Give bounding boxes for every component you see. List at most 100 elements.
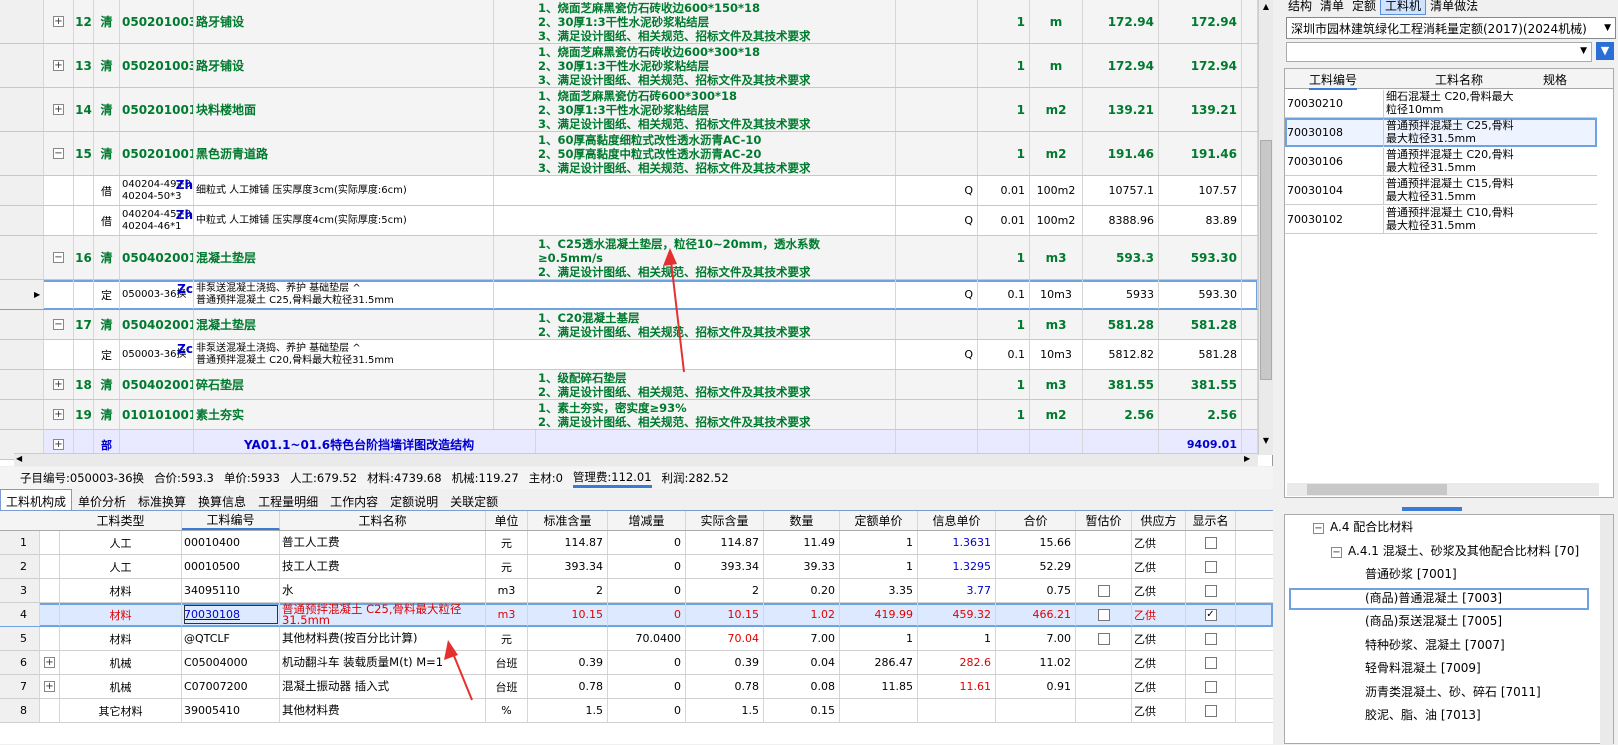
cell-qty[interactable]: 1 bbox=[978, 0, 1030, 43]
estimate-checkbox[interactable] bbox=[1097, 608, 1110, 621]
cell-supplier[interactable]: 乙供 bbox=[1132, 555, 1186, 578]
cell-est[interactable] bbox=[1076, 651, 1132, 674]
col-material-spec[interactable]: 规格 bbox=[1543, 71, 1567, 88]
cell-dprice[interactable]: 286.47 bbox=[840, 651, 918, 674]
tab-7[interactable]: 关联定额 bbox=[444, 489, 504, 510]
cell-qty[interactable]: 0.01 bbox=[978, 176, 1030, 205]
col-header-9[interactable]: 信息单价 bbox=[918, 511, 996, 530]
cell-no[interactable]: 14 bbox=[74, 88, 94, 131]
cell-code[interactable]: 050003-36换 Zc bbox=[120, 340, 194, 369]
cell-no[interactable]: 16 bbox=[74, 236, 94, 279]
cell-est[interactable] bbox=[1076, 699, 1132, 722]
right-tab-0[interactable]: 结构 bbox=[1284, 0, 1316, 14]
cell-q[interactable]: Q bbox=[896, 340, 978, 369]
cell-extra[interactable] bbox=[1242, 400, 1258, 429]
cell-extra[interactable] bbox=[1242, 340, 1258, 369]
cell-dprice[interactable]: 3.35 bbox=[840, 579, 918, 602]
tree-node[interactable]: (商品)泵送混凝土 [7005] bbox=[1365, 611, 1502, 633]
tree-node[interactable]: 轻骨料混凝土 [7009] bbox=[1365, 658, 1481, 680]
cell-est[interactable] bbox=[1076, 531, 1132, 554]
cell-qty[interactable]: 1 bbox=[978, 400, 1030, 429]
cell-features[interactable]: 1、C20混凝土基层 2、满足设计图纸、相关规范、招标文件及其技术要求 bbox=[536, 310, 896, 339]
show-name-checkbox[interactable] bbox=[1204, 560, 1217, 573]
dropdown-arrow-icon[interactable]: ▼ bbox=[1604, 23, 1611, 33]
cell-total[interactable]: 0.91 bbox=[996, 675, 1076, 698]
cell-code[interactable]: 040204-45+0 40204-46*1 Zh bbox=[120, 206, 194, 235]
cell-iprice[interactable]: 1 bbox=[918, 627, 996, 650]
cell-features[interactable]: 1、素土夯实，密实度≥93% 2、满足设计图纸、相关规范、招标文件及其技术要求 bbox=[536, 400, 896, 429]
vertical-scrollbar[interactable] bbox=[1600, 515, 1613, 745]
collapse-icon[interactable]: − bbox=[53, 252, 64, 263]
tab-6[interactable]: 定额说明 bbox=[384, 489, 444, 510]
table-row[interactable]: 3 材料 34095110 水 m3 2 0 2 0.20 3.35 3.77 0.75 乙供 bbox=[0, 579, 1273, 603]
cell-std[interactable]: 1.5 bbox=[528, 699, 608, 722]
cell-qty[interactable]: 0.04 bbox=[764, 651, 840, 674]
collapse-icon[interactable]: − bbox=[53, 148, 64, 159]
tree-node[interactable]: (商品)普通混凝土 [7003] bbox=[1289, 587, 1589, 610]
cell-sel[interactable] bbox=[0, 44, 44, 87]
cell-expander[interactable] bbox=[40, 627, 60, 650]
cell-n[interactable]: 6 bbox=[0, 651, 40, 674]
cell-unit[interactable]: m3 bbox=[486, 579, 528, 602]
cell-expander[interactable] bbox=[40, 699, 60, 722]
cell-delta[interactable]: 0 bbox=[608, 651, 686, 674]
cell-code[interactable]: 010101001002 bbox=[120, 400, 194, 429]
col-header-4[interactable]: 标准含量 bbox=[528, 511, 608, 530]
cell-code[interactable]: 050201003002 bbox=[120, 0, 194, 43]
cell-iprice[interactable]: 282.6 bbox=[918, 651, 996, 674]
cell-qty[interactable]: 1 bbox=[978, 88, 1030, 131]
tab-5[interactable]: 工作内容 bbox=[324, 489, 384, 510]
cell-unit[interactable]: m3 bbox=[1030, 236, 1083, 279]
table-row[interactable]: 1 人工 00010400 普工人工费元 114.87 0 114.87 11.49 1 1.36… bbox=[0, 531, 1273, 555]
cell-kind[interactable]: 清 bbox=[94, 88, 120, 131]
tree-node[interactable]: − A.4.1 混凝土、砂浆及其他配合比材料 [70] bbox=[1331, 541, 1579, 563]
cell-kind[interactable]: 借 bbox=[94, 176, 120, 205]
cell-qty[interactable]: 1 bbox=[978, 370, 1030, 399]
list-item[interactable]: 70030102 普通预拌混凝土 C10,骨料 最大粒径31.5mm bbox=[1285, 205, 1597, 234]
cell-extra[interactable] bbox=[1242, 236, 1258, 279]
cell-est[interactable] bbox=[1076, 675, 1132, 698]
cell-delta[interactable]: 0 bbox=[608, 699, 686, 722]
filter-input[interactable]: ▼ bbox=[1286, 42, 1592, 62]
cell-act[interactable]: 1.5 bbox=[686, 699, 764, 722]
cell-std[interactable] bbox=[528, 627, 608, 650]
cell-exp[interactable] bbox=[44, 280, 74, 309]
table-row[interactable]: 5 材料 @QTCLF 其他材料费(按百分比计算) 元 70.0400 70.04 7.00 1… bbox=[0, 627, 1273, 651]
tab-4[interactable]: 工程量明细 bbox=[252, 489, 324, 510]
cell-show[interactable] bbox=[1186, 627, 1236, 650]
cell-code[interactable]: 050003-36换 Zc bbox=[120, 280, 194, 309]
col-header-10[interactable]: 合价 bbox=[996, 511, 1076, 530]
cell-show[interactable] bbox=[1186, 675, 1236, 698]
cell-act[interactable]: 393.34 bbox=[686, 555, 764, 578]
tree-node[interactable]: 普通砂浆 [7001] bbox=[1365, 564, 1457, 586]
cell-features[interactable] bbox=[536, 280, 896, 309]
list-item[interactable]: 70030104 普通预拌混凝土 C15,骨料 最大粒径31.5mm bbox=[1285, 176, 1597, 205]
cell-n[interactable]: 1 bbox=[0, 531, 40, 554]
cell-price[interactable]: 5812.82 bbox=[1083, 340, 1159, 369]
cell-std[interactable]: 114.87 bbox=[528, 531, 608, 554]
cell-std[interactable]: 10.15 bbox=[528, 603, 608, 626]
cell-no[interactable] bbox=[74, 340, 94, 369]
collapse-icon[interactable]: − bbox=[53, 319, 64, 330]
cell-features[interactable]: 1、60厚高黏度细粒式改性透水沥青AC-10 2、50厚高黏度中粒式改性透水沥青… bbox=[536, 132, 896, 175]
show-name-checkbox[interactable] bbox=[1204, 584, 1217, 597]
cell-price[interactable]: 581.28 bbox=[1083, 310, 1159, 339]
cell-extra[interactable] bbox=[1242, 310, 1258, 339]
cell-name[interactable]: 块料楼地面 bbox=[194, 88, 494, 131]
cell-std[interactable]: 0.39 bbox=[528, 651, 608, 674]
cell-qty[interactable]: 1 bbox=[978, 132, 1030, 175]
col-header-6[interactable]: 实际含量 bbox=[686, 511, 764, 530]
cell-supplier[interactable]: 乙供 bbox=[1132, 579, 1186, 602]
cell-unit[interactable]: 元 bbox=[486, 531, 528, 554]
cell-name[interactable]: 普通预拌混凝土 C25,骨料最大粒径 31.5mm bbox=[280, 603, 486, 626]
cell-delta[interactable]: 70.0400 bbox=[608, 627, 686, 650]
cell-unit[interactable]: m2 bbox=[1030, 88, 1083, 131]
right-tab-3[interactable]: 工料机 bbox=[1380, 0, 1427, 15]
cell-delta[interactable]: 0 bbox=[608, 603, 686, 626]
cell-type[interactable]: 材料 bbox=[60, 579, 182, 602]
cell-qty[interactable]: 39.33 bbox=[764, 555, 840, 578]
cell-total[interactable]: 2.56 bbox=[1159, 400, 1242, 429]
cell-unit[interactable]: m2 bbox=[1030, 400, 1083, 429]
cell-n[interactable]: 4 bbox=[0, 603, 40, 626]
table-row[interactable]: +19清010101001002素土夯实 1、素土夯实，密实度≥93% 2、满足设… bbox=[0, 400, 1258, 430]
